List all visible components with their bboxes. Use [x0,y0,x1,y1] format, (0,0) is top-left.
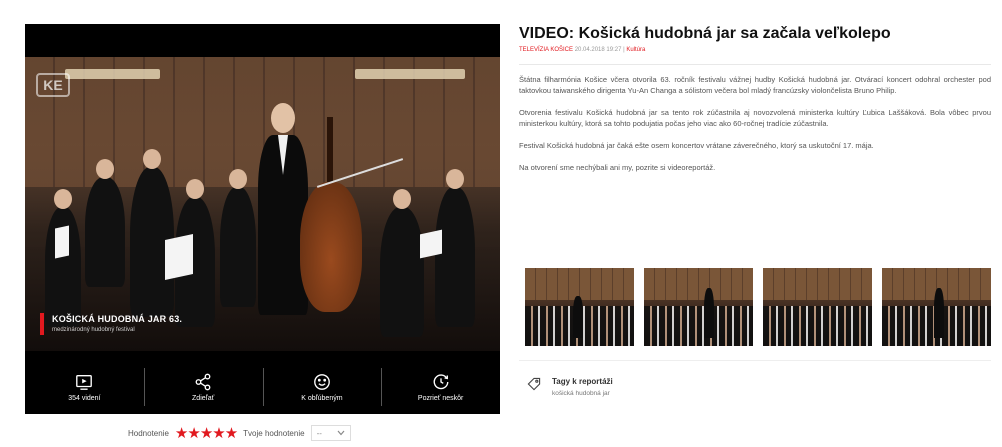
gallery-thumbnail[interactable] [763,268,872,346]
meta-separator: | [623,47,625,53]
watch-later-button[interactable]: Pozrieť neskôr [381,360,500,414]
share-label: Zdieľať [192,394,215,402]
sheet-music [165,234,193,280]
caption-title: KOŠICKÁ HUDOBNÁ JAR 63. [52,314,183,324]
gallery-thumbnail[interactable] [644,268,753,346]
wall-light [355,69,465,79]
clock-refresh-icon [433,373,449,389]
tag-icon [527,377,541,391]
rating-row: Hodnotenie ★★★★★ Tvoje hodnotenie -- [128,424,351,442]
video-player[interactable]: KE KOŠICKÁ HUDOBNÁ JAR 63. medzinárodný … [25,24,500,414]
cello-neck [327,117,333,187]
tag-link[interactable]: košická hudobná jar [552,388,613,400]
musician-figure [380,189,424,337]
article: VIDEO: Košická hudobná jar sa začala veľ… [519,24,991,184]
player-controls: 354 videní Zdieľať K obľúbeným Pozrieť n… [25,360,500,414]
article-paragraph: Festival Košická hudobná jar čaká ešte o… [519,141,874,150]
favorite-label: K obľúbeným [301,394,343,402]
divider [519,360,991,361]
article-title: VIDEO: Košická hudobná jar sa začala veľ… [519,25,891,42]
own-rating-value: -- [316,428,322,438]
video-caption: KOŠICKÁ HUDOBNÁ JAR 63. medzinárodný hud… [40,313,182,335]
article-date: 20.04.2018 19:27 [574,47,622,53]
smiley-icon [314,373,330,390]
article-paragraph: Otvorenia festivalu Košická hudobná jar … [519,108,991,128]
article-paragraph: Štátna filharmónia Košice včera otvorila… [519,75,991,95]
cello [300,182,362,312]
share-button[interactable]: Zdieľať [143,360,263,414]
musician-figure [220,169,256,307]
sheet-music [420,229,442,259]
tags-section: Tagy k reportáži košická hudobná jar [526,376,613,400]
favorite-button[interactable]: K obľúbeným [262,360,382,414]
play-screen-icon [76,374,93,390]
channel-logo: KE [36,73,70,97]
article-source[interactable]: TELEVÍZIA KOŠICE [519,47,573,53]
watch-later-label: Pozrieť neskôr [417,394,464,402]
sheet-music [55,225,69,259]
chevron-down-icon [337,430,345,436]
musician-figure [85,159,125,287]
rating-stars[interactable]: ★★★★★ [175,426,238,441]
wall-light [65,69,160,79]
own-rating-select[interactable]: -- [310,425,351,441]
share-icon [195,373,211,390]
divider [519,64,991,65]
gallery-thumbnail[interactable] [525,268,634,346]
article-category[interactable]: Kultúra [626,47,645,53]
article-meta: TELEVÍZIA KOŠICE 20.04.2018 19:27 | Kult… [519,45,991,55]
gallery-thumbnail[interactable] [882,268,991,346]
video-frame[interactable]: KE KOŠICKÁ HUDOBNÁ JAR 63. medzinárodný … [25,57,500,351]
rating-label: Hodnotenie [128,428,169,438]
views-label: 354 videní [68,394,101,402]
caption-subtitle: medzinárodný hudobný festival [52,327,135,333]
musician-figure [435,169,475,327]
photo-gallery [525,268,991,346]
musician-figure [45,189,81,327]
own-rating-label: Tvoje hodnotenie [243,428,305,438]
tags-title: Tagy k reportáži [552,377,613,386]
views-button[interactable]: 354 videní [25,360,144,414]
article-paragraph: Na otvorení sme nechýbali ani my, pozrit… [519,163,716,172]
